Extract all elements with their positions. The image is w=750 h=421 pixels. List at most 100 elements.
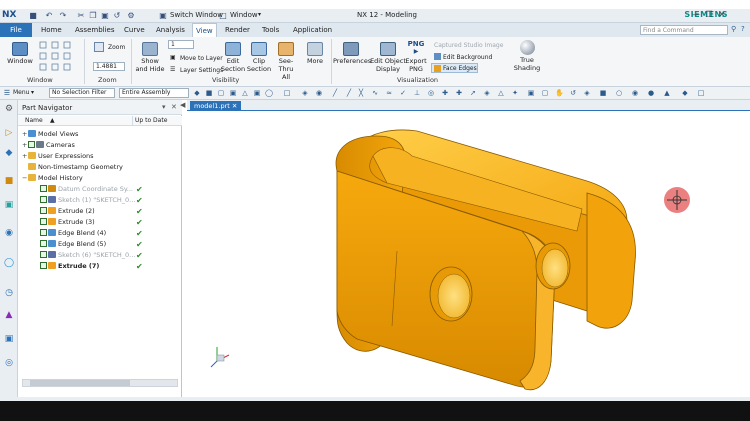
tab-view[interactable]: View [192,23,217,37]
minimize-icon[interactable]: — [690,10,702,21]
tree-item[interactable]: + User Expressions [22,151,94,162]
edit-section-button[interactable]: Edit Section [220,42,246,73]
panel-close-icon[interactable]: ✕ [171,103,177,111]
tab-assemblies[interactable]: Assemblies [72,23,118,37]
tab-file[interactable]: File [0,23,32,37]
tab-render[interactable]: Render [222,23,253,37]
tree-item[interactable]: − Model History [22,173,83,184]
tab-curve[interactable]: Curve [121,23,148,37]
process-studio-icon[interactable]: ▲ [3,309,15,321]
command-search-input[interactable]: Find a Command [640,25,728,35]
tree-item[interactable]: Non-timestamp Geometry [22,162,123,173]
switch-window-icon[interactable]: ▣ [158,11,168,21]
spline-snap-icon[interactable]: ≈ [385,89,393,97]
view-cube-icon[interactable]: ◈ [301,89,309,97]
visibility-checkbox[interactable] [40,185,47,192]
visibility-checkbox[interactable] [40,262,47,269]
copy-icon[interactable]: ❐ [88,11,98,21]
move-to-layer-button[interactable]: Move to Layer [180,55,223,62]
settings-gear-icon[interactable]: ⚙ [3,103,15,115]
clip-section-button[interactable]: Clip Section [246,42,272,73]
camera-icon[interactable]: ◉ [631,89,639,97]
tree-item[interactable]: + Cameras [22,140,75,151]
quadrant-snap-icon[interactable]: ✚ [455,89,463,97]
endpoint-snap-icon[interactable]: ╱ [345,89,353,97]
see-thru-all-button[interactable]: See-Thru All [272,42,300,81]
tree-item[interactable]: Sketch (1) "SKETCH_0... [34,195,135,206]
repeat-icon[interactable]: ↺ [112,11,122,21]
captured-studio-image-button[interactable]: Captured Studio Image [434,42,503,49]
web-browser-icon[interactable]: ◯ [3,257,15,269]
point-snap-icon[interactable]: ✚ [441,89,449,97]
window-button[interactable]: Window [6,42,34,65]
tab-home[interactable]: Home [38,23,65,37]
orient-icon[interactable]: ◈ [583,89,591,97]
graphics-window[interactable] [187,111,750,401]
arrow-snap-icon[interactable]: ➚ [469,89,477,97]
render-style-icon[interactable]: ■ [599,89,607,97]
lasso-icon[interactable]: ◯ [265,89,273,97]
restore-icon[interactable]: ❐ [703,10,715,21]
more-button[interactable]: More [304,42,326,65]
tab-model1-prt[interactable]: model1.prt ✕ [190,101,242,111]
constraint-navigator-icon[interactable]: ■ [3,175,15,187]
tree-item[interactable]: Edge Blend (4) [34,228,106,239]
deselect-icon[interactable]: ▢ [217,89,225,97]
center-snap-icon[interactable]: ◎ [427,89,435,97]
tree-item[interactable]: Sketch (6) "SKETCH_0... [34,250,135,261]
background-icon[interactable]: ○ [615,89,623,97]
visibility-checkbox[interactable] [28,141,35,148]
tree-item[interactable]: Extrude (7) [34,261,99,272]
layer-settings-icon[interactable]: ☰ [170,66,175,73]
zoom-icon[interactable] [94,42,104,52]
section-icon[interactable]: ● [647,89,655,97]
fit-icon[interactable]: ▣ [527,89,535,97]
visibility-checkbox[interactable] [40,251,47,258]
line-snap-icon[interactable]: ╱ [331,89,339,97]
rectangle-select-icon[interactable]: □ [283,89,291,97]
menu-icon[interactable]: ☰ [3,89,11,97]
tree-item[interactable]: Extrude (3) [34,217,95,228]
system-materials-icon[interactable]: ◎ [3,357,15,369]
zoom-scale-field[interactable]: 1.4881 [93,62,125,71]
window-menu[interactable]: Window [230,11,258,19]
cut-icon[interactable]: ✂ [76,11,86,21]
selection-filter-select[interactable]: No Selection Filter [49,88,115,98]
touch-mode-icon[interactable]: ⚙ [126,11,136,21]
history-icon[interactable]: ◷ [3,287,15,299]
shaded-icon[interactable]: ◉ [315,89,323,97]
zoom-button[interactable]: Zoom [108,44,125,51]
close-icon[interactable]: ✕ [716,10,728,21]
tree-item[interactable]: Extrude (2) [34,206,95,217]
tree-item[interactable]: Datum Coordinate Sy... [34,184,133,195]
window-menu-chevron-icon[interactable]: ▾ [258,11,261,18]
tab-application[interactable]: Application [290,23,335,37]
rotate-icon[interactable]: ↺ [569,89,577,97]
reuse-library-icon[interactable]: ▣ [3,199,15,211]
scrollbar-thumb[interactable] [30,380,130,386]
paste-icon[interactable]: ▣ [100,11,110,21]
tangent-snap-icon[interactable]: ✓ [399,89,407,97]
column-divider[interactable] [132,116,133,126]
zoom-area-icon[interactable]: ▢ [541,89,549,97]
panel-menu-icon[interactable]: ▾ [162,103,166,111]
preferences-button[interactable]: Preferences [333,42,371,65]
edit-background-button[interactable]: Edit Background [443,54,492,61]
tree-item[interactable]: Edge Blend (5) [34,239,106,250]
visibility-checkbox[interactable] [40,229,47,236]
view-triad-icon[interactable]: ▲ [663,89,671,97]
curve-snap-icon[interactable]: ∿ [371,89,379,97]
window-menu-icon[interactable]: □ [218,11,228,21]
body-select-icon[interactable]: ▣ [253,89,261,97]
roles-icon[interactable]: ▣ [3,333,15,345]
hd3d-tools-icon[interactable]: ◉ [3,227,15,239]
show-and-hide-button[interactable]: Show and Hide [135,42,165,73]
export-png-button[interactable]: PNG ▶ Export PNG [404,40,428,73]
layer-select[interactable]: 1 [168,40,194,49]
search-icon[interactable]: ⚲ [731,25,736,33]
visibility-checkbox[interactable] [40,218,47,225]
window-layout-grid[interactable] [38,41,78,75]
visibility-checkbox[interactable] [40,196,47,203]
switch-window-button[interactable]: Switch Window [170,11,223,19]
assembly-scope-select[interactable]: Entire Assembly [119,88,189,98]
